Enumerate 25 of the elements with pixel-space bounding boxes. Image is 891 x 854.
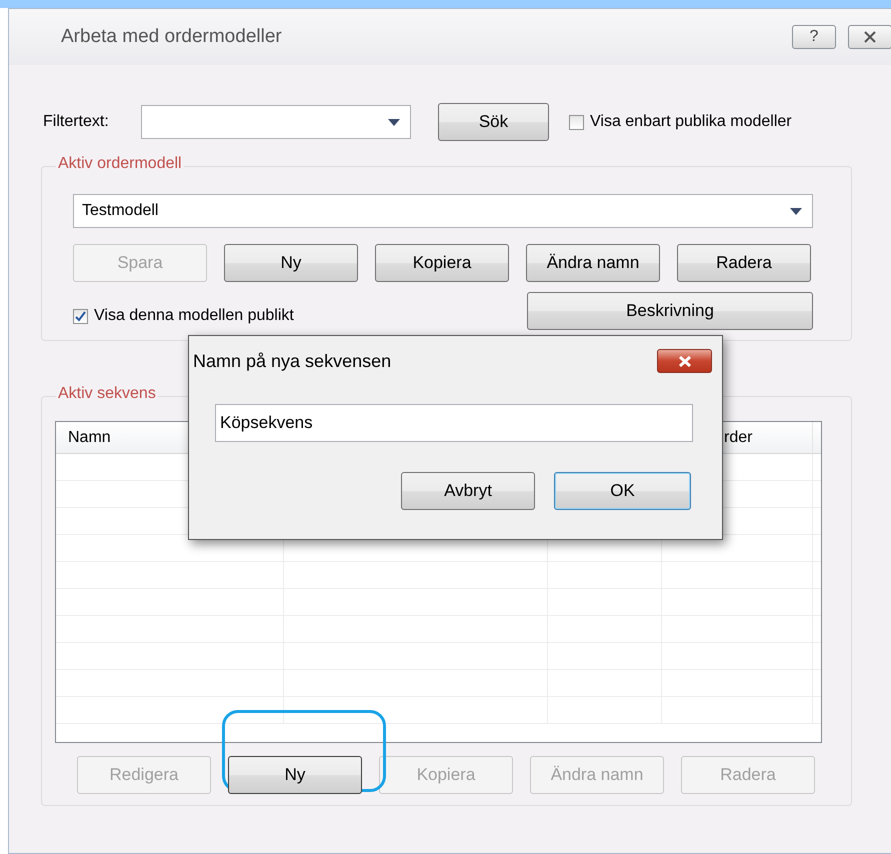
dropdown-caret-icon[interactable] <box>388 118 400 126</box>
close-button[interactable] <box>848 25 891 49</box>
checkbox-label: Visa denna modellen publikt <box>94 307 294 325</box>
close-button[interactable] <box>657 349 712 373</box>
model-button[interactable]: Ändra namn <box>526 244 660 282</box>
dialog-title: Namn på nya sekvensen <box>193 350 392 372</box>
close-icon <box>863 31 877 43</box>
filter-label: Filtertext: <box>43 113 110 131</box>
name-input[interactable]: Köpsekvens <box>215 404 693 442</box>
model-combobox[interactable]: Testmodell <box>73 194 813 228</box>
dialog-button[interactable]: OK <box>554 472 691 510</box>
checkbox-label: Visa enbart publika modeller <box>590 113 792 131</box>
search-button[interactable]: Sök <box>438 103 549 141</box>
window-title: Arbeta med ordermodeller <box>61 26 283 48</box>
dropdown-caret-icon[interactable] <box>790 208 802 214</box>
checkbox[interactable] <box>73 308 88 324</box>
model-button[interactable]: Kopiera <box>375 244 509 282</box>
model-button[interactable]: Radera <box>677 244 811 282</box>
model-button[interactable]: Ny <box>224 244 358 282</box>
sequence-button[interactable]: Ny <box>228 756 362 794</box>
checkbox[interactable] <box>569 114 584 130</box>
dialog-button[interactable]: Avbryt <box>401 472 535 510</box>
description-button[interactable]: Beskrivning <box>527 292 813 330</box>
help-button[interactable]: ? <box>792 25 836 49</box>
close-icon <box>678 356 692 366</box>
